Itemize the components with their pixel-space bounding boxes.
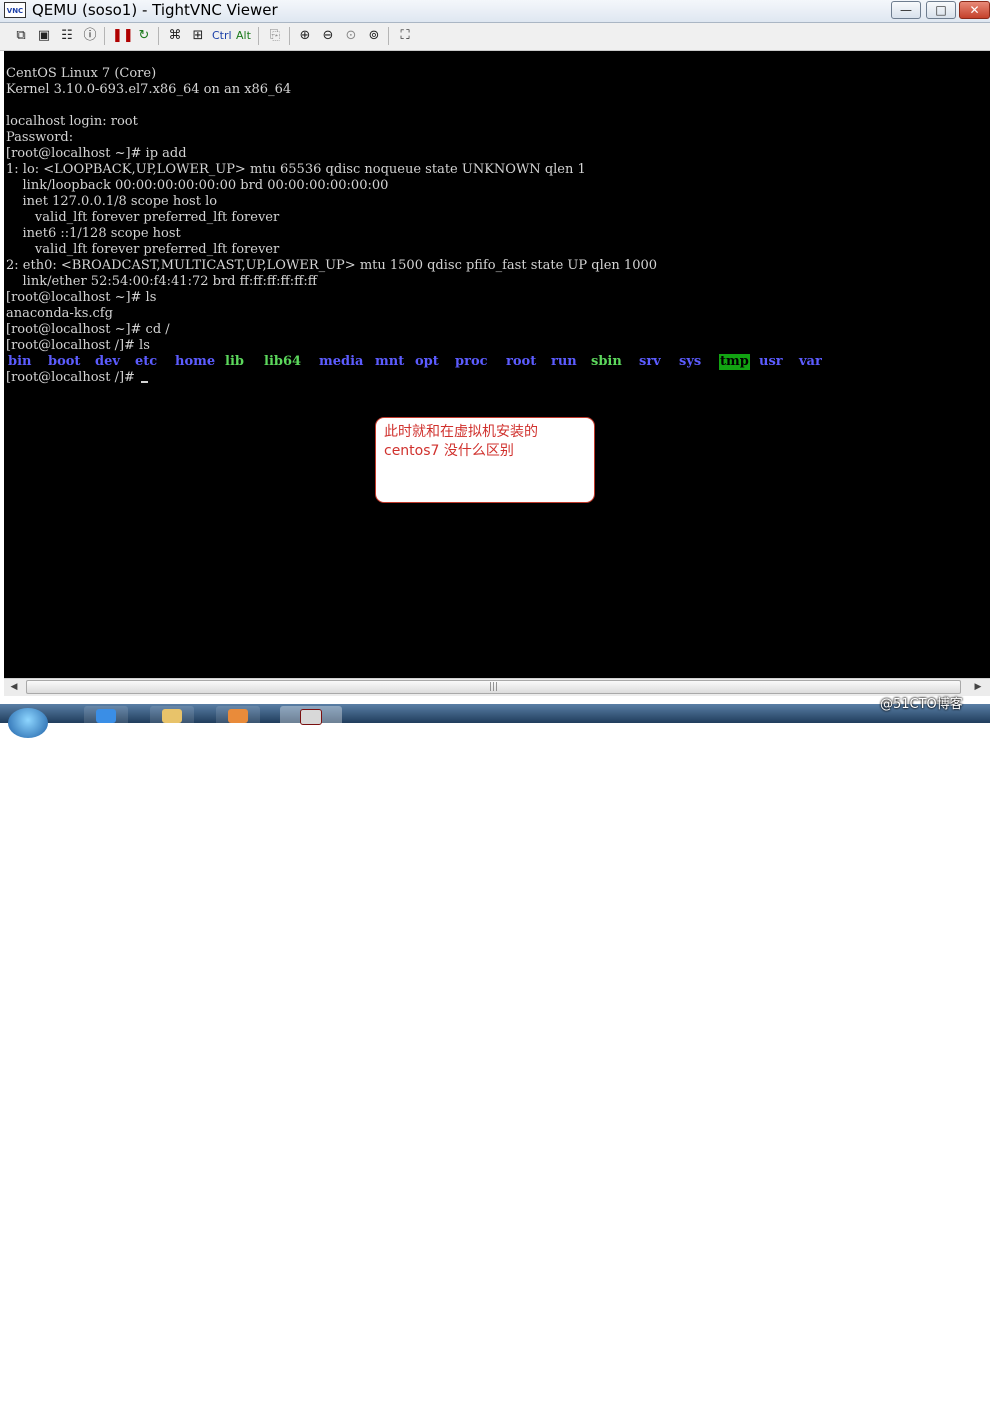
prompt-text: [root@localhost /]# [6,370,140,385]
shell-prompt: [root@localhost /]# [6,370,149,386]
terminal-line: 1: lo: <LOOPBACK,UP,LOWER_UP> mtu 65536 … [6,162,586,177]
terminal-line: link/loopback 00:00:00:00:00:00 brd 00:0… [6,178,389,193]
tightvnc-app-icon[interactable]: VNC [4,2,26,18]
options-icon[interactable]: ☷ [58,26,76,45]
pause-icon[interactable]: ❚❚ [112,26,134,45]
terminal-line: inet6 ::1/128 scope host [6,226,181,241]
terminal-line: link/ether 52:54:00:f4:41:72 brd ff:ff:f… [6,274,317,289]
dir-entry-lib: lib [225,354,244,369]
grip-icon: ||| [488,682,499,692]
dir-entry-root: root [506,354,537,369]
folder-icon [162,709,182,723]
clipboard-icon[interactable]: ⎘ [266,26,284,45]
system-clock[interactable]: 16:12 [938,1413,975,1428]
taskbar-file-explorer[interactable] [150,706,194,723]
window-title: QEMU (soso1) - TightVNC Viewer [32,1,278,19]
scroll-right-icon[interactable]: ▶ [970,680,986,695]
zoom-in-icon[interactable]: ⊕ [296,26,314,45]
terminal-line: [root@localhost /]# ls [6,338,150,353]
terminal-line: Kernel 3.10.0-693.el7.x86_64 on an x86_6… [6,82,292,97]
send-ctrl-esc-icon[interactable]: ⊞ [189,26,207,45]
dir-entry-boot: boot [48,354,81,369]
text-cursor [141,381,149,383]
send-ctrl-alt-del-icon[interactable]: ⌘ [166,26,184,45]
windows-taskbar: 16:12 [0,704,990,1428]
vnc-toolbar: ⧉ ▣ ☷ ⓘ ❚❚ ↻ ⌘ ⊞ Ctrl Alt ⎘ ⊕ ⊖ ⊙ ⊚ ⛶ [0,23,990,51]
dir-entry-tmp: tmp [719,354,750,370]
callout-text: 此时就和在虚拟机安装的centos7 没什么区别 [384,424,538,459]
dir-entry-bin: bin [8,354,32,369]
ctrl-key-button[interactable]: Ctrl [212,26,232,45]
remote-console-screen[interactable]: CentOS Linux 7 (Core) Kernel 3.10.0-693.e… [4,51,990,678]
terminal-line: CentOS Linux 7 (Core) [6,66,157,81]
terminal-line: 2: eth0: <BROADCAST,MULTICAST,UP,LOWER_U… [6,258,658,273]
scroll-thumb[interactable]: ||| [26,680,961,694]
zoom-100-icon[interactable]: ⊙ [342,26,360,45]
start-button[interactable] [8,708,48,738]
terminal-line: [root@localhost ~]# ls [6,290,157,305]
dir-entry-home: home [175,354,216,369]
new-connection-icon[interactable]: ⧉ [12,26,30,45]
dir-entry-lib64: lib64 [264,354,302,369]
dir-entry-usr: usr [759,354,783,369]
horizontal-scrollbar[interactable]: ◀ ||| ▶ [4,678,990,696]
terminal-line: valid_lft forever preferred_lft forever [6,242,280,257]
toolbar-separator [258,27,259,45]
dir-entry-opt: opt [415,354,439,369]
dir-entry-var: var [799,354,822,369]
terminal-line: valid_lft forever preferred_lft forever [6,210,280,225]
dir-entry-proc: proc [455,354,488,369]
taskbar-internet-explorer[interactable] [84,706,128,723]
zoom-fit-icon[interactable]: ⊚ [365,26,383,45]
internet-explorer-icon [96,709,116,723]
minimize-button[interactable]: — [891,1,921,19]
taskbar-media-player[interactable] [216,706,260,723]
terminal-output: CentOS Linux 7 (Core) Kernel 3.10.0-693.e… [6,66,657,354]
toolbar-separator [289,27,290,45]
refresh-icon[interactable]: ↻ [135,26,153,45]
dir-entry-dev: dev [95,354,120,369]
maximize-button[interactable]: □ [926,1,956,19]
terminal-line: anaconda-ks.cfg [6,306,113,321]
toolbar-separator [158,27,159,45]
dir-entry-sys: sys [679,354,702,369]
dir-entry-media: media [319,354,364,369]
close-button[interactable]: ✕ [959,1,990,19]
zoom-out-icon[interactable]: ⊖ [319,26,337,45]
dir-entry-mnt: mnt [375,354,405,369]
annotation-callout: 此时就和在虚拟机安装的centos7 没什么区别 [375,417,595,503]
dir-entry-run: run [551,354,577,369]
taskbar-tightvnc[interactable] [280,706,342,725]
window-titlebar[interactable]: VNC QEMU (soso1) - TightVNC Viewer — □ ✕ [0,0,990,23]
terminal-line: [root@localhost ~]# ip add [6,146,187,161]
save-icon[interactable]: ▣ [35,26,53,45]
watermark-text: @51CTO博客 [880,697,963,712]
dir-entry-srv: srv [639,354,661,369]
media-player-icon [228,709,248,723]
dir-entry-sbin: sbin [591,354,622,369]
scroll-left-icon[interactable]: ◀ [6,680,22,695]
alt-key-button[interactable]: Alt [236,26,251,45]
info-icon[interactable]: ⓘ [81,26,99,45]
fullscreen-icon[interactable]: ⛶ [396,26,414,45]
dir-entry-etc: etc [135,354,158,369]
terminal-line: [root@localhost ~]# cd / [6,322,170,337]
terminal-line: localhost login: root [6,114,138,129]
toolbar-separator [104,27,105,45]
terminal-line: Password: [6,130,74,145]
terminal-line: inet 127.0.0.1/8 scope host lo [6,194,218,209]
toolbar-separator [388,27,389,45]
